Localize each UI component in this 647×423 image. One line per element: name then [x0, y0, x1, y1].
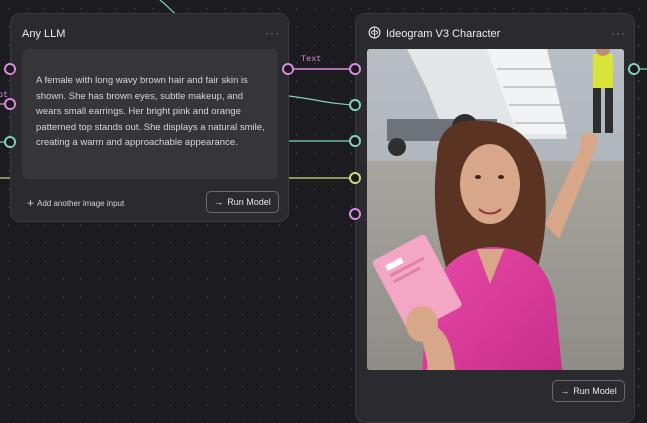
input-handle-seed[interactable] — [349, 172, 361, 184]
output-handle-image[interactable] — [628, 63, 640, 75]
plus-icon: + — [27, 196, 35, 210]
any-llm-node[interactable]: Any LLM ··· A female with long wavy brow… — [10, 13, 289, 222]
run-model-label: Run Model — [573, 386, 617, 396]
add-input-label: Add another image input — [37, 199, 125, 208]
wire-top-teal — [159, 0, 177, 15]
wire-teal-1 — [288, 95, 357, 106]
node-title: Any LLM — [22, 28, 66, 40]
run-model-button[interactable]: → Run Model — [552, 380, 625, 402]
input-handle-extra[interactable] — [349, 208, 361, 220]
wire-label-text: Text — [301, 54, 322, 64]
generated-image[interactable] — [367, 49, 624, 370]
add-image-input-button[interactable]: + Add another image input — [27, 196, 124, 210]
ideogram-node[interactable]: Ideogram V3 Character ··· → Run Model — [355, 13, 635, 423]
node-menu-icon[interactable]: ··· — [611, 26, 626, 40]
input-handle-left-prompt[interactable] — [4, 98, 16, 110]
arrow-right-icon: → — [560, 386, 570, 396]
generated-image-illustration — [367, 49, 624, 370]
run-model-label: Run Model — [227, 197, 271, 207]
node-menu-icon[interactable]: ··· — [265, 26, 280, 40]
input-handle-image-2[interactable] — [349, 135, 361, 147]
output-handle-text[interactable] — [282, 63, 294, 75]
arrow-right-icon: → — [214, 197, 224, 207]
run-model-button[interactable]: → Run Model — [206, 191, 279, 213]
input-handle-left-image[interactable] — [4, 136, 16, 148]
llm-output-text[interactable]: A female with long wavy brown hair and f… — [22, 49, 278, 179]
ideogram-logo-icon — [368, 26, 381, 39]
input-handle-left-top[interactable] — [4, 63, 16, 75]
node-title: Ideogram V3 Character — [386, 28, 501, 40]
input-handle-prompt[interactable] — [349, 63, 361, 75]
input-handle-image-1[interactable] — [349, 99, 361, 111]
